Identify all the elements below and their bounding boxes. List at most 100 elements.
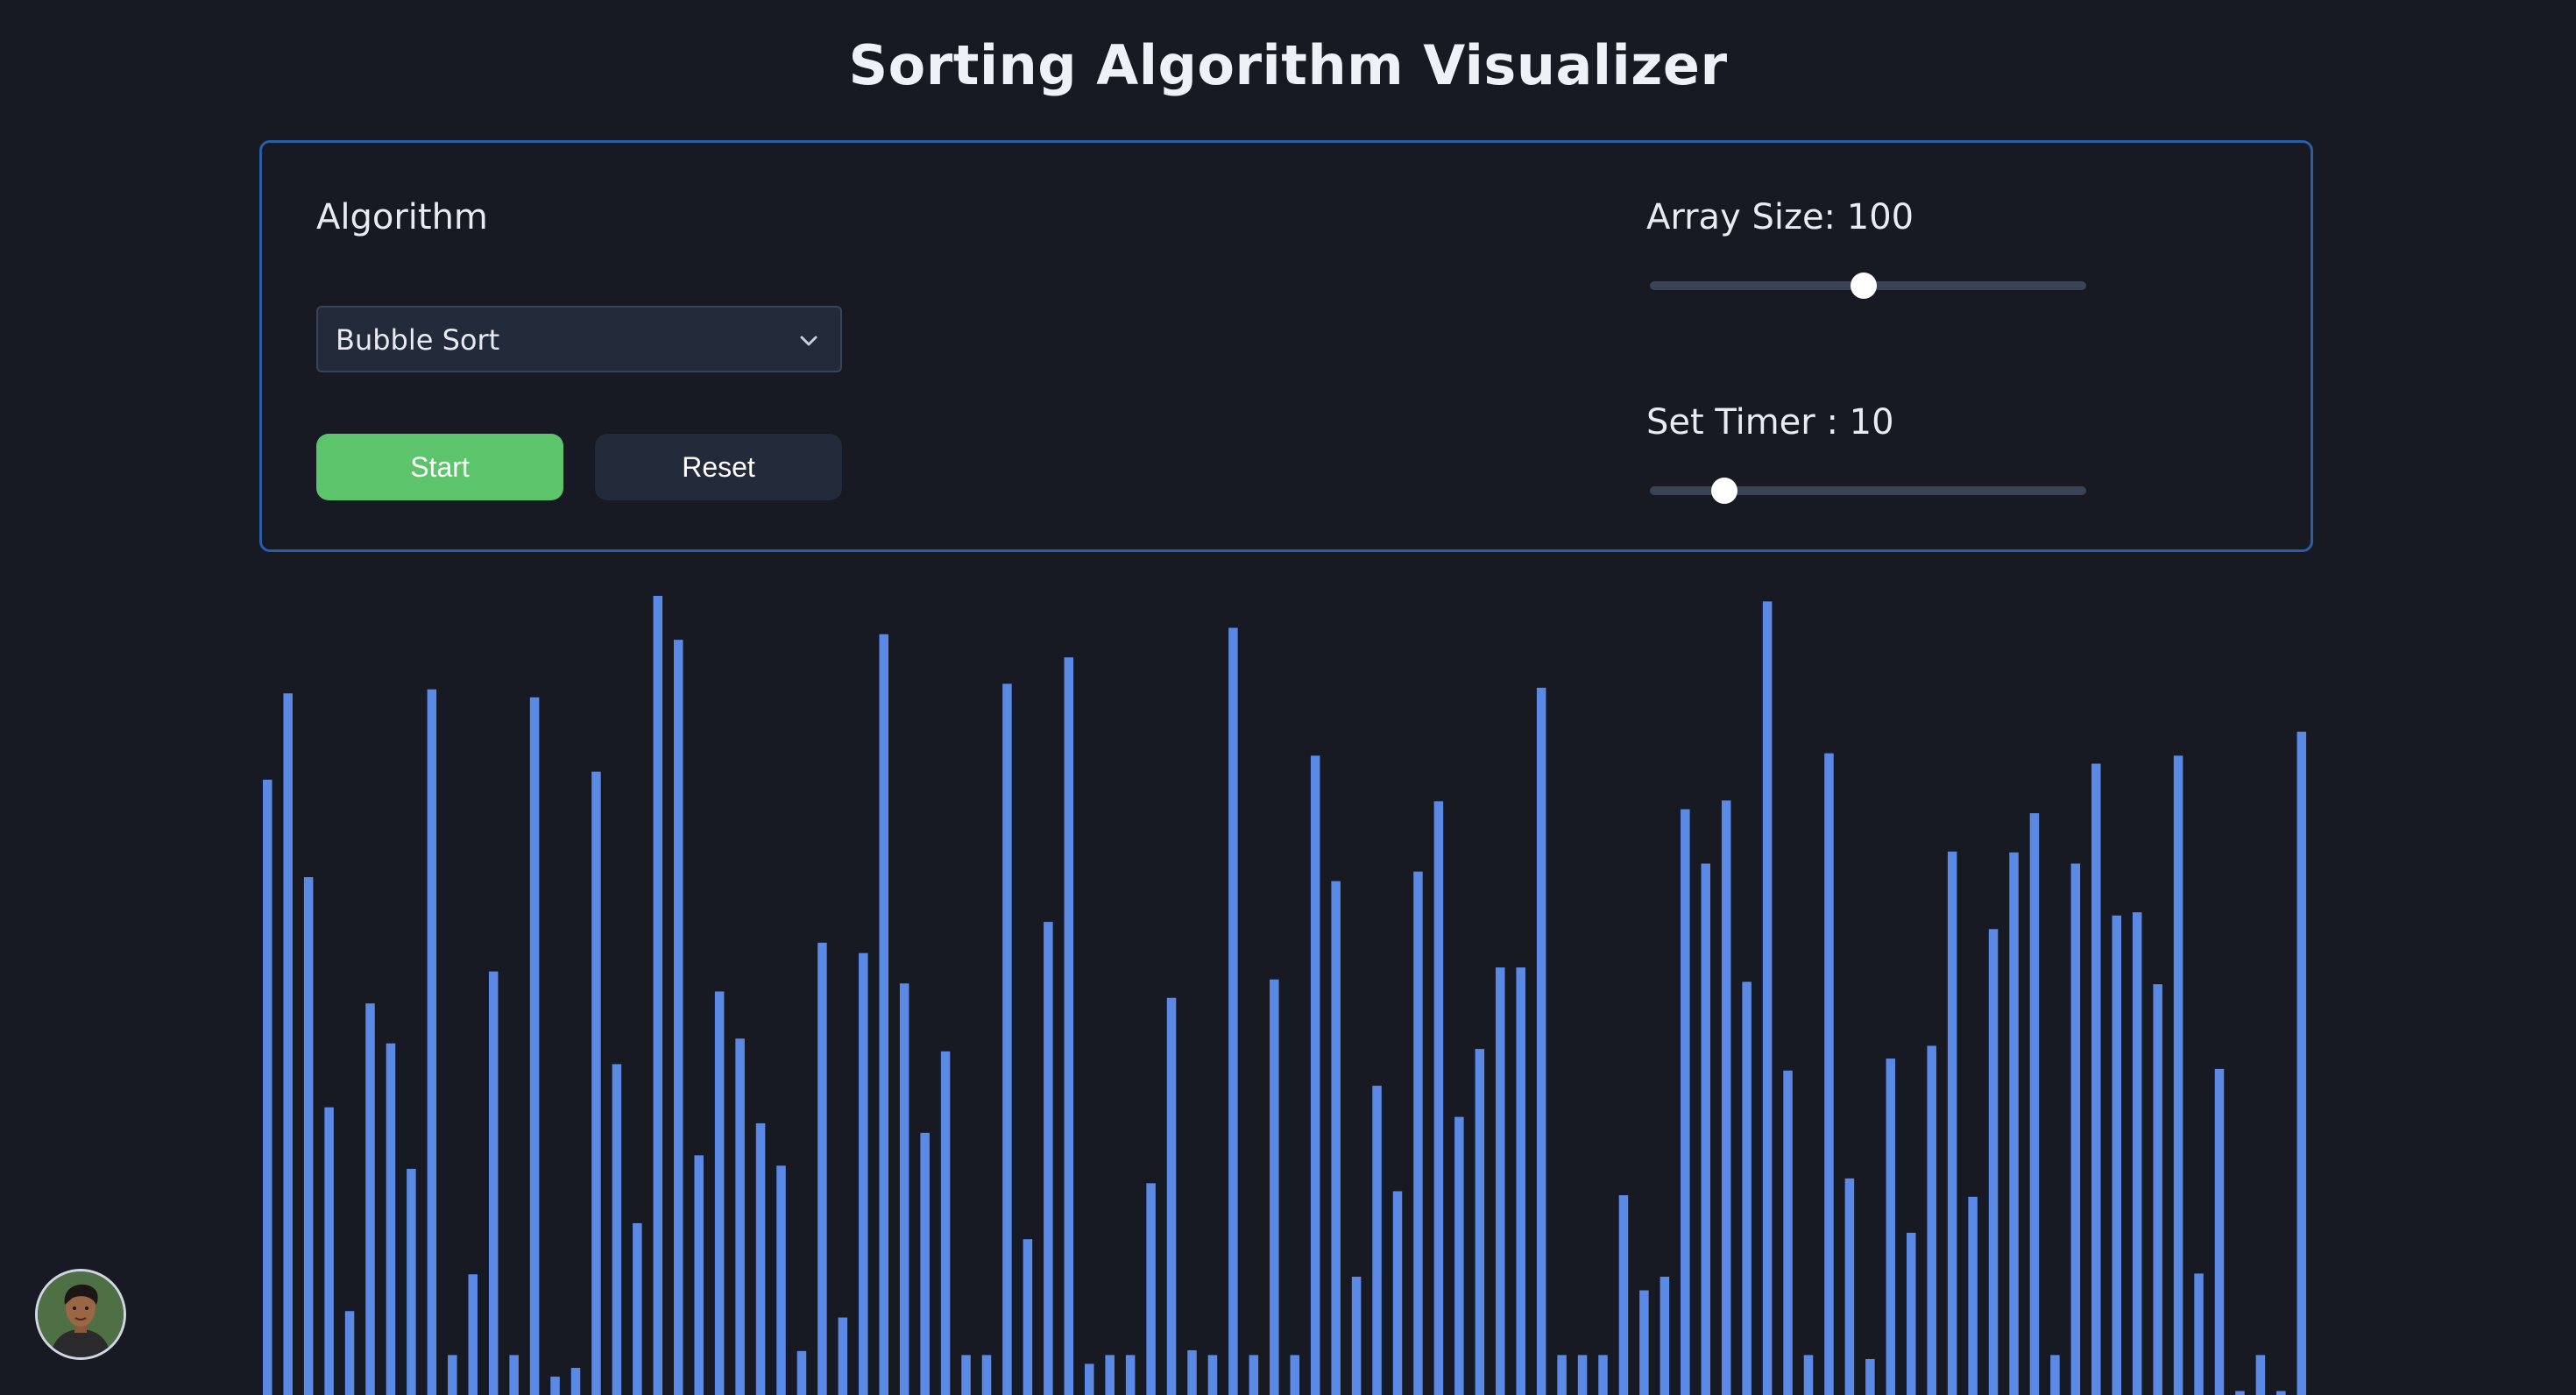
- array-bar: [1660, 1277, 1670, 1395]
- array-bar: [694, 1155, 704, 1395]
- array-bar: [2009, 852, 2019, 1395]
- array-bar: [859, 952, 868, 1395]
- array-bar: [1721, 800, 1731, 1395]
- array-bar: [1187, 1349, 1197, 1395]
- array-bar: [1290, 1355, 1299, 1395]
- array-bar: [1331, 881, 1341, 1395]
- array-bar: [612, 1064, 622, 1395]
- array-bar: [488, 971, 499, 1395]
- array-bar: [1618, 1195, 1629, 1395]
- array-bar: [2050, 1355, 2060, 1395]
- array-bar: [755, 1122, 766, 1395]
- algorithm-label: Algorithm: [316, 197, 488, 237]
- array-bar: [817, 942, 827, 1395]
- array-bar: [796, 1350, 807, 1395]
- array-bar: [1454, 1116, 1464, 1395]
- array-bar: [633, 1222, 642, 1395]
- array-bar: [1598, 1355, 1608, 1395]
- array-bar: [1392, 1191, 1403, 1395]
- array-bar: [1023, 1239, 1033, 1395]
- array-bar: [961, 1355, 971, 1395]
- user-avatar[interactable]: [35, 1269, 126, 1360]
- array-bar: [1270, 979, 1279, 1395]
- array-bar: [303, 877, 314, 1395]
- array-bar: [2276, 1391, 2286, 1395]
- array-bar: [1557, 1355, 1567, 1395]
- array-bar: [2091, 763, 2101, 1395]
- array-bar: [653, 596, 663, 1395]
- array-bar: [1496, 967, 1505, 1395]
- array-bar: [899, 983, 909, 1395]
- array-bar: [735, 1038, 745, 1395]
- array-bar: [2029, 813, 2040, 1395]
- array-size-slider[interactable]: [1650, 273, 2086, 299]
- array-bars: [263, 596, 2307, 1395]
- array-bar: [1968, 1196, 1978, 1395]
- array-bar: [2070, 863, 2081, 1395]
- page-title: Sorting Algorithm Visualizer: [848, 33, 1728, 97]
- timer-slider-thumb[interactable]: [1710, 478, 1737, 504]
- array-bar: [1351, 1277, 1362, 1395]
- array-bar: [1413, 871, 1423, 1395]
- array-bar: [1433, 801, 1444, 1395]
- array-bar: [1372, 1086, 1382, 1395]
- start-button[interactable]: Start: [316, 434, 563, 500]
- array-bar: [1742, 981, 1752, 1395]
- array-bar: [407, 1168, 416, 1395]
- array-bar: [1207, 1355, 1218, 1395]
- array-bar: [1064, 657, 1074, 1395]
- array-bar: [263, 779, 272, 1395]
- array-bar: [2194, 1273, 2204, 1395]
- array-bar: [591, 771, 601, 1395]
- array-bar: [1125, 1355, 1136, 1395]
- array-bar: [2153, 984, 2162, 1395]
- array-bar: [1639, 1290, 1649, 1395]
- array-bar: [1002, 683, 1012, 1395]
- array-bar: [879, 634, 888, 1395]
- array-bar: [2173, 755, 2183, 1395]
- array-bar: [1907, 1232, 1916, 1395]
- array-bar: [283, 693, 293, 1395]
- array-bar: [1865, 1358, 1875, 1395]
- avatar-image: [38, 1271, 124, 1357]
- array-bar: [1701, 863, 1710, 1395]
- array-bar: [448, 1355, 457, 1395]
- array-bar: [1824, 753, 1834, 1395]
- array-bar: [714, 991, 725, 1395]
- array-bar: [344, 1311, 355, 1395]
- array-bar: [1249, 1355, 1259, 1395]
- array-bar: [1105, 1355, 1115, 1395]
- array-bar: [1681, 809, 1690, 1395]
- array-bar: [1475, 1049, 1485, 1395]
- algorithm-select[interactable]: Bubble Sort: [316, 306, 842, 372]
- array-bar: [1146, 1183, 1156, 1395]
- array-bar: [2132, 912, 2142, 1395]
- array-bar: [509, 1355, 519, 1395]
- array-bar: [1044, 922, 1053, 1395]
- array-bar: [1844, 1178, 1855, 1395]
- array-bar: [1988, 929, 1999, 1395]
- array-bar: [981, 1355, 992, 1395]
- array-bar: [2214, 1068, 2225, 1395]
- array-bar: [1927, 1045, 1936, 1395]
- array-bar: [1085, 1363, 1094, 1395]
- array-bar: [1803, 1355, 1814, 1395]
- array-bar: [1536, 687, 1546, 1395]
- array-size-label: Array Size: 100: [1646, 197, 1914, 237]
- array-bar: [1310, 755, 1320, 1395]
- array-bar: [365, 1003, 375, 1395]
- timer-slider[interactable]: [1650, 478, 2086, 504]
- array-bar: [570, 1367, 581, 1395]
- array-bar: [838, 1317, 848, 1395]
- array-size-slider-thumb[interactable]: [1851, 273, 1878, 299]
- array-bar: [529, 697, 540, 1395]
- chevron-down-icon: [800, 336, 817, 346]
- array-bar: [776, 1165, 786, 1395]
- reset-button[interactable]: Reset: [595, 434, 842, 500]
- array-bar: [1166, 997, 1177, 1395]
- array-bar: [2235, 1391, 2245, 1395]
- array-bar: [2112, 915, 2121, 1395]
- array-bar: [1783, 1070, 1793, 1395]
- array-bar: [1577, 1355, 1588, 1395]
- array-bar: [940, 1051, 951, 1395]
